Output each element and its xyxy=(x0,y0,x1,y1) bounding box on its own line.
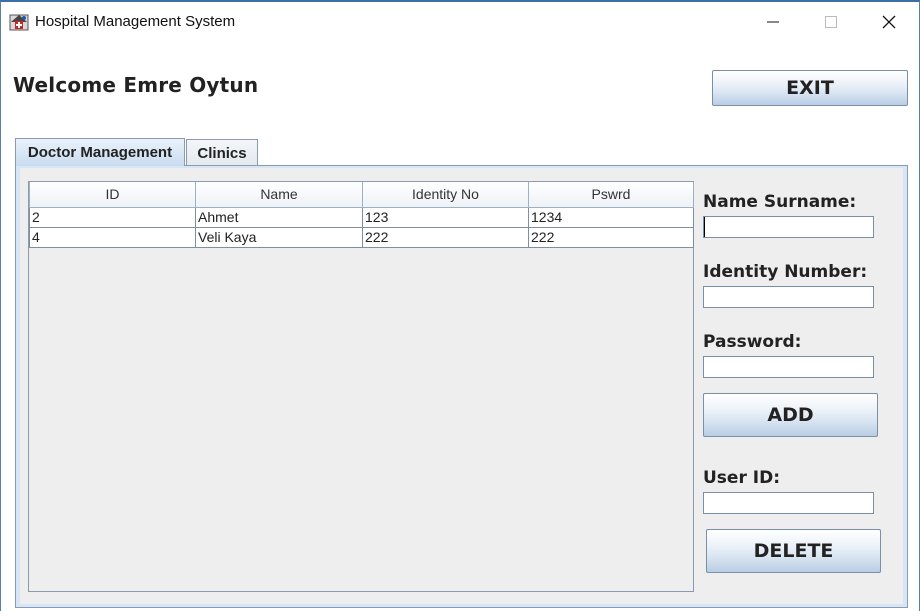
column-header-identity-no[interactable]: Identity No xyxy=(362,182,529,208)
identity-number-input[interactable] xyxy=(703,286,874,308)
app-window: Hospital Management System Welcome Emre … xyxy=(0,0,920,611)
password-input[interactable] xyxy=(703,356,874,378)
user-id-input[interactable] xyxy=(703,492,874,514)
minimize-icon xyxy=(767,21,779,23)
cell-identity-no[interactable]: 123 xyxy=(362,206,529,228)
cell-password[interactable]: 1234 xyxy=(528,206,694,228)
doctor-table-container[interactable]: ID Name Identity No Pswrd 2 Ahmet 123 12… xyxy=(28,181,694,592)
table-header-row: ID Name Identity No Pswrd xyxy=(29,182,694,208)
maximize-icon xyxy=(825,16,837,28)
tab-panel: ID Name Identity No Pswrd 2 Ahmet 123 12… xyxy=(15,165,908,608)
tab-doctor-management[interactable]: Doctor Management xyxy=(15,138,185,166)
close-button[interactable] xyxy=(860,2,918,42)
column-header-name[interactable]: Name xyxy=(195,182,363,208)
delete-button[interactable]: DELETE xyxy=(706,529,881,573)
hospital-app-icon xyxy=(9,12,29,32)
title-bar[interactable]: Hospital Management System xyxy=(1,2,919,42)
table-row[interactable]: 4 Veli Kaya 222 222 xyxy=(29,226,694,248)
doctor-table: ID Name Identity No Pswrd 2 Ahmet 123 12… xyxy=(29,182,694,248)
user-id-label: User ID: xyxy=(703,468,780,488)
exit-button[interactable]: EXIT xyxy=(712,70,908,106)
window-title: Hospital Management System xyxy=(35,13,236,30)
maximize-button[interactable] xyxy=(802,2,860,42)
cell-name[interactable]: Ahmet xyxy=(195,206,363,228)
name-surname-input[interactable] xyxy=(703,216,874,238)
main-content: Welcome Emre Oytun EXIT Doctor Managemen… xyxy=(1,42,919,611)
doctor-management-panel: ID Name Identity No Pswrd 2 Ahmet 123 12… xyxy=(20,168,903,604)
minimize-button[interactable] xyxy=(744,2,802,42)
cell-name[interactable]: Veli Kaya xyxy=(195,226,363,248)
table-row[interactable]: 2 Ahmet 123 1234 xyxy=(29,206,694,228)
welcome-heading: Welcome Emre Oytun xyxy=(13,73,259,97)
password-label: Password: xyxy=(703,332,802,352)
name-surname-label: Name Surname: xyxy=(703,192,857,212)
column-header-id[interactable]: ID xyxy=(29,182,196,208)
cell-id[interactable]: 2 xyxy=(29,206,196,228)
column-header-password[interactable]: Pswrd xyxy=(528,182,694,208)
tab-clinics[interactable]: Clinics xyxy=(186,139,258,166)
add-button[interactable]: ADD xyxy=(703,393,878,437)
cell-identity-no[interactable]: 222 xyxy=(362,226,529,248)
cell-id[interactable]: 4 xyxy=(29,226,196,248)
close-icon xyxy=(882,15,896,29)
identity-number-label: Identity Number: xyxy=(703,262,868,282)
cell-password[interactable]: 222 xyxy=(528,226,694,248)
